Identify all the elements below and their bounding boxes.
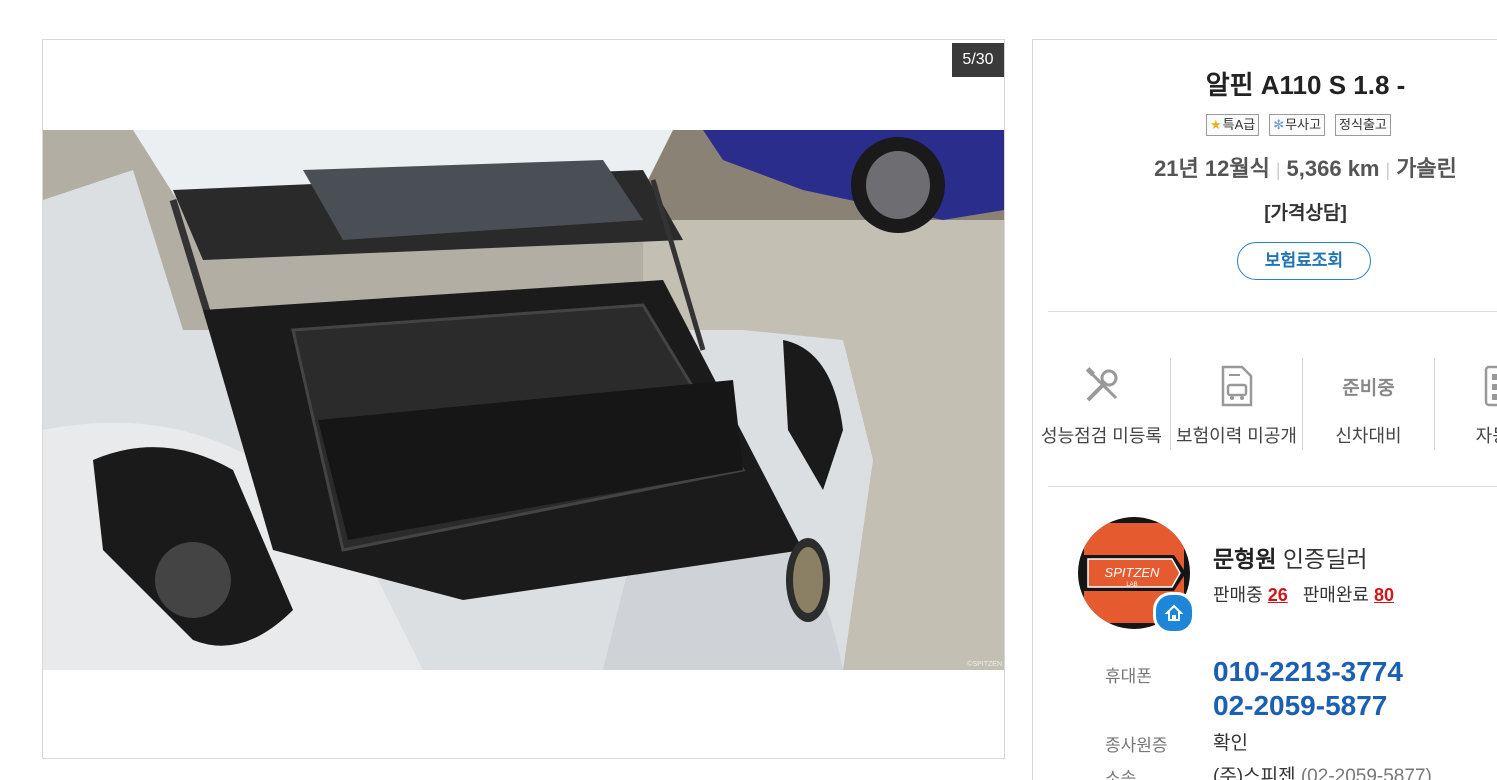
status-label: 보험이력 미공개 [1171,422,1302,448]
selling-label: 판매중 [1213,585,1263,605]
dealer-role: 인증딜러 [1283,546,1368,572]
car-photo-image [43,130,1004,670]
star-icon: ★ [1210,115,1222,135]
mobile-phone-number[interactable]: 010-2213-3774 [1213,656,1403,688]
price-text: [가격상담] [1033,198,1497,225]
company-value: (주)스피젠 (02-2059-5877) [1213,761,1432,780]
divider [1048,311,1497,312]
official-release-badge: 정식출고 [1335,114,1391,136]
grade-badge: ★ 특A급 [1206,114,1259,136]
spec-fuel: 가솔린 [1396,156,1457,181]
office-phone-number[interactable]: 02-2059-5877 [1213,690,1387,722]
employee-id-value[interactable]: 확인 [1213,728,1248,755]
photo-gallery[interactable]: 5/30 [42,39,1005,759]
dealer-stats: 판매중 26 판매완료 80 [1213,581,1394,607]
photo-counter: 5/30 [952,43,1004,77]
selling-count-link[interactable]: 26 [1268,585,1288,605]
status-insurance-history[interactable]: 보험이력 미공개 [1171,358,1303,450]
spec-separator: | [1386,160,1391,180]
listing-info-panel: 알핀 A110 S 1.8 - ★ 특A급 ✻ 무사고 정식출고 21년 12월… [1032,39,1497,780]
company-phone: (02-2059-5877) [1301,766,1432,780]
car-photo[interactable]: ©SPITZEN [43,130,1004,670]
status-new-car-compare[interactable]: 준비중 신차대비 [1303,358,1435,450]
document-car-icon [1171,363,1302,409]
status-inspection[interactable]: 성능점검 미등록 [1033,358,1171,450]
spec-year: 21년 12월식 [1154,156,1270,181]
insurance-quote-button[interactable]: 보험료조회 [1237,242,1371,280]
company-label: 소속 [1105,764,1136,780]
status-label: 성능점검 미등록 [1033,422,1170,448]
employee-id-label: 종사원증 [1105,731,1168,756]
badge-label: 특A급 [1223,115,1256,135]
sold-count-link[interactable]: 80 [1374,585,1394,605]
status-car-extra[interactable]: 자동차 [1435,358,1497,450]
car-specs: 21년 12월식|5,366 km|가솔린 [1033,151,1497,183]
dealer-name[interactable]: 문형원 인증딜러 [1213,540,1368,574]
photo-watermark: ©SPITZEN [967,661,1002,668]
sold-label: 판매완료 [1303,585,1369,605]
status-label: 자동차 [1435,422,1497,448]
cross-icon: ✻ [1273,115,1284,135]
no-accident-badge: ✻ 무사고 [1269,114,1325,136]
car-title: 알핀 A110 S 1.8 - [1033,65,1497,102]
company-name: (주)스피젠 [1213,766,1296,780]
tools-icon [1033,363,1170,409]
badge-list: ★ 특A급 ✻ 무사고 정식출고 [1206,114,1391,136]
dealer-name-text: 문형원 [1213,546,1276,572]
badge-label: 무사고 [1285,115,1321,135]
status-label: 신차대비 [1303,422,1434,448]
badge-label: 정식출고 [1339,115,1387,135]
logo-sub-text: LAB [1126,582,1137,588]
divider [1048,486,1497,487]
status-row: 성능점검 미등록 보험이력 미공개 준비중 신차대비 [1033,358,1497,450]
grid-icon [1435,363,1497,409]
spec-mileage: 5,366 km [1287,156,1380,181]
spec-separator: | [1276,160,1281,180]
phone-label: 휴대폰 [1105,662,1152,687]
logo-text: SPITZEN [1105,565,1161,580]
home-icon[interactable] [1153,592,1195,634]
status-text: 준비중 [1303,363,1434,409]
